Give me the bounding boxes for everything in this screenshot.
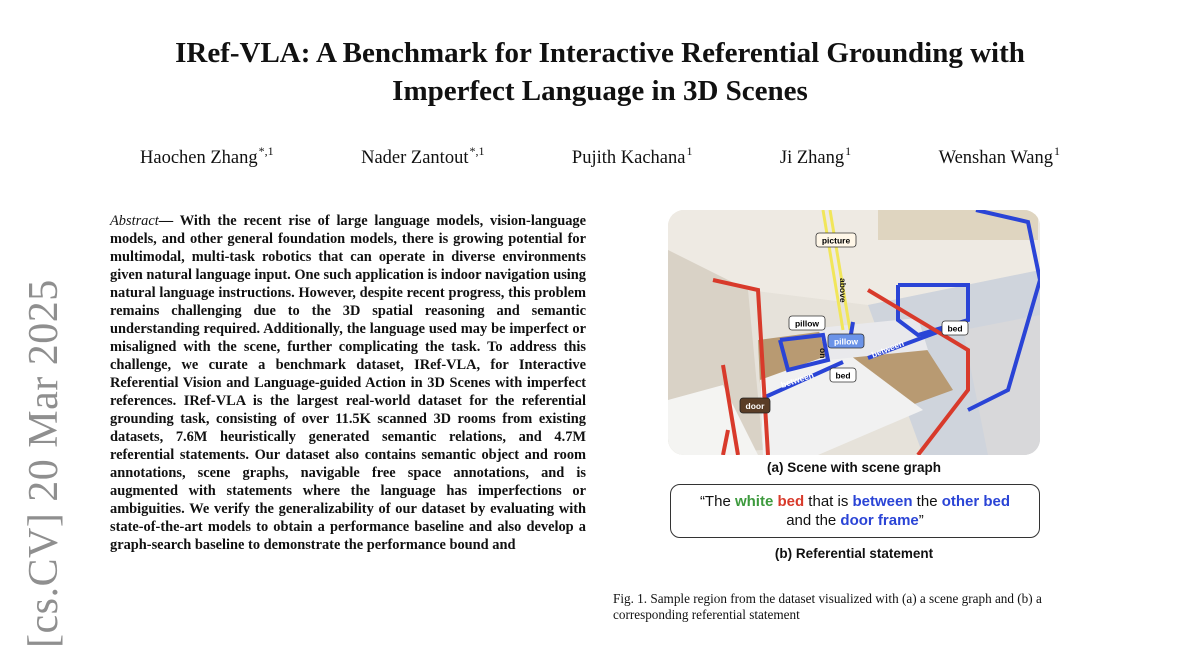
figure-caption: Fig. 1. Sample region from the dataset v… (613, 591, 1042, 622)
author: Wenshan Wang1 (938, 144, 1060, 168)
author: Haochen Zhang*,1 (140, 144, 274, 168)
author-affiliation: 1 (686, 144, 693, 158)
above-relation-label: above (838, 278, 848, 303)
author: Nader Zantout*,1 (361, 144, 485, 168)
author-affiliation: *,1 (469, 144, 485, 158)
paper-title: IRef-VLA: A Benchmark for Interactive Re… (100, 34, 1100, 110)
referential-statement-box: “The white bed that is between the other… (670, 484, 1040, 538)
word-bed: bed (777, 493, 805, 510)
bed-center-label: bed (835, 371, 850, 381)
author-affiliation: *,1 (258, 144, 274, 158)
author-affiliation: 1 (845, 144, 852, 158)
word-other-bed: other bed (941, 493, 1011, 510)
subfigure-caption-a: (a) Scene with scene graph (766, 460, 942, 475)
author: Ji Zhang1 (779, 144, 852, 168)
abstract-label: Abstract (110, 213, 159, 229)
pillow-label-highlight: pillow (834, 337, 858, 347)
author-affiliation: 1 (1053, 144, 1060, 158)
picture-label: picture (822, 236, 851, 246)
on-relation-label: on (818, 348, 828, 358)
word-white: white (734, 493, 774, 510)
door-label: door (746, 401, 766, 411)
author-list: Haochen Zhang*,1 Nader Zantout*,1 Pujith… (140, 144, 1060, 169)
word-between: between (852, 493, 913, 510)
scene-figure: picture above pillow pillow on bed bed b… (668, 210, 1040, 455)
scene-graph-image: picture above pillow pillow on bed bed b… (668, 210, 1040, 455)
bed-right-label: bed (947, 324, 962, 334)
title-line-2: Imperfect Language in 3D Scenes (392, 75, 808, 107)
abstract-dash: — (158, 213, 180, 229)
abstract-text: With the recent rise of large language m… (110, 213, 586, 553)
arxiv-stamp: [cs.CV] 20 Mar 2025 (21, 279, 67, 648)
subfigure-caption-b: (b) Referential statement (774, 546, 934, 561)
author: Pujith Kachana1 (571, 144, 693, 168)
word-door-frame: door frame (840, 512, 919, 529)
title-line-1: IRef-VLA: A Benchmark for Interactive Re… (175, 37, 1025, 69)
pillow-label: pillow (795, 319, 819, 329)
abstract: Abstract— With the recent rise of large … (110, 212, 586, 554)
